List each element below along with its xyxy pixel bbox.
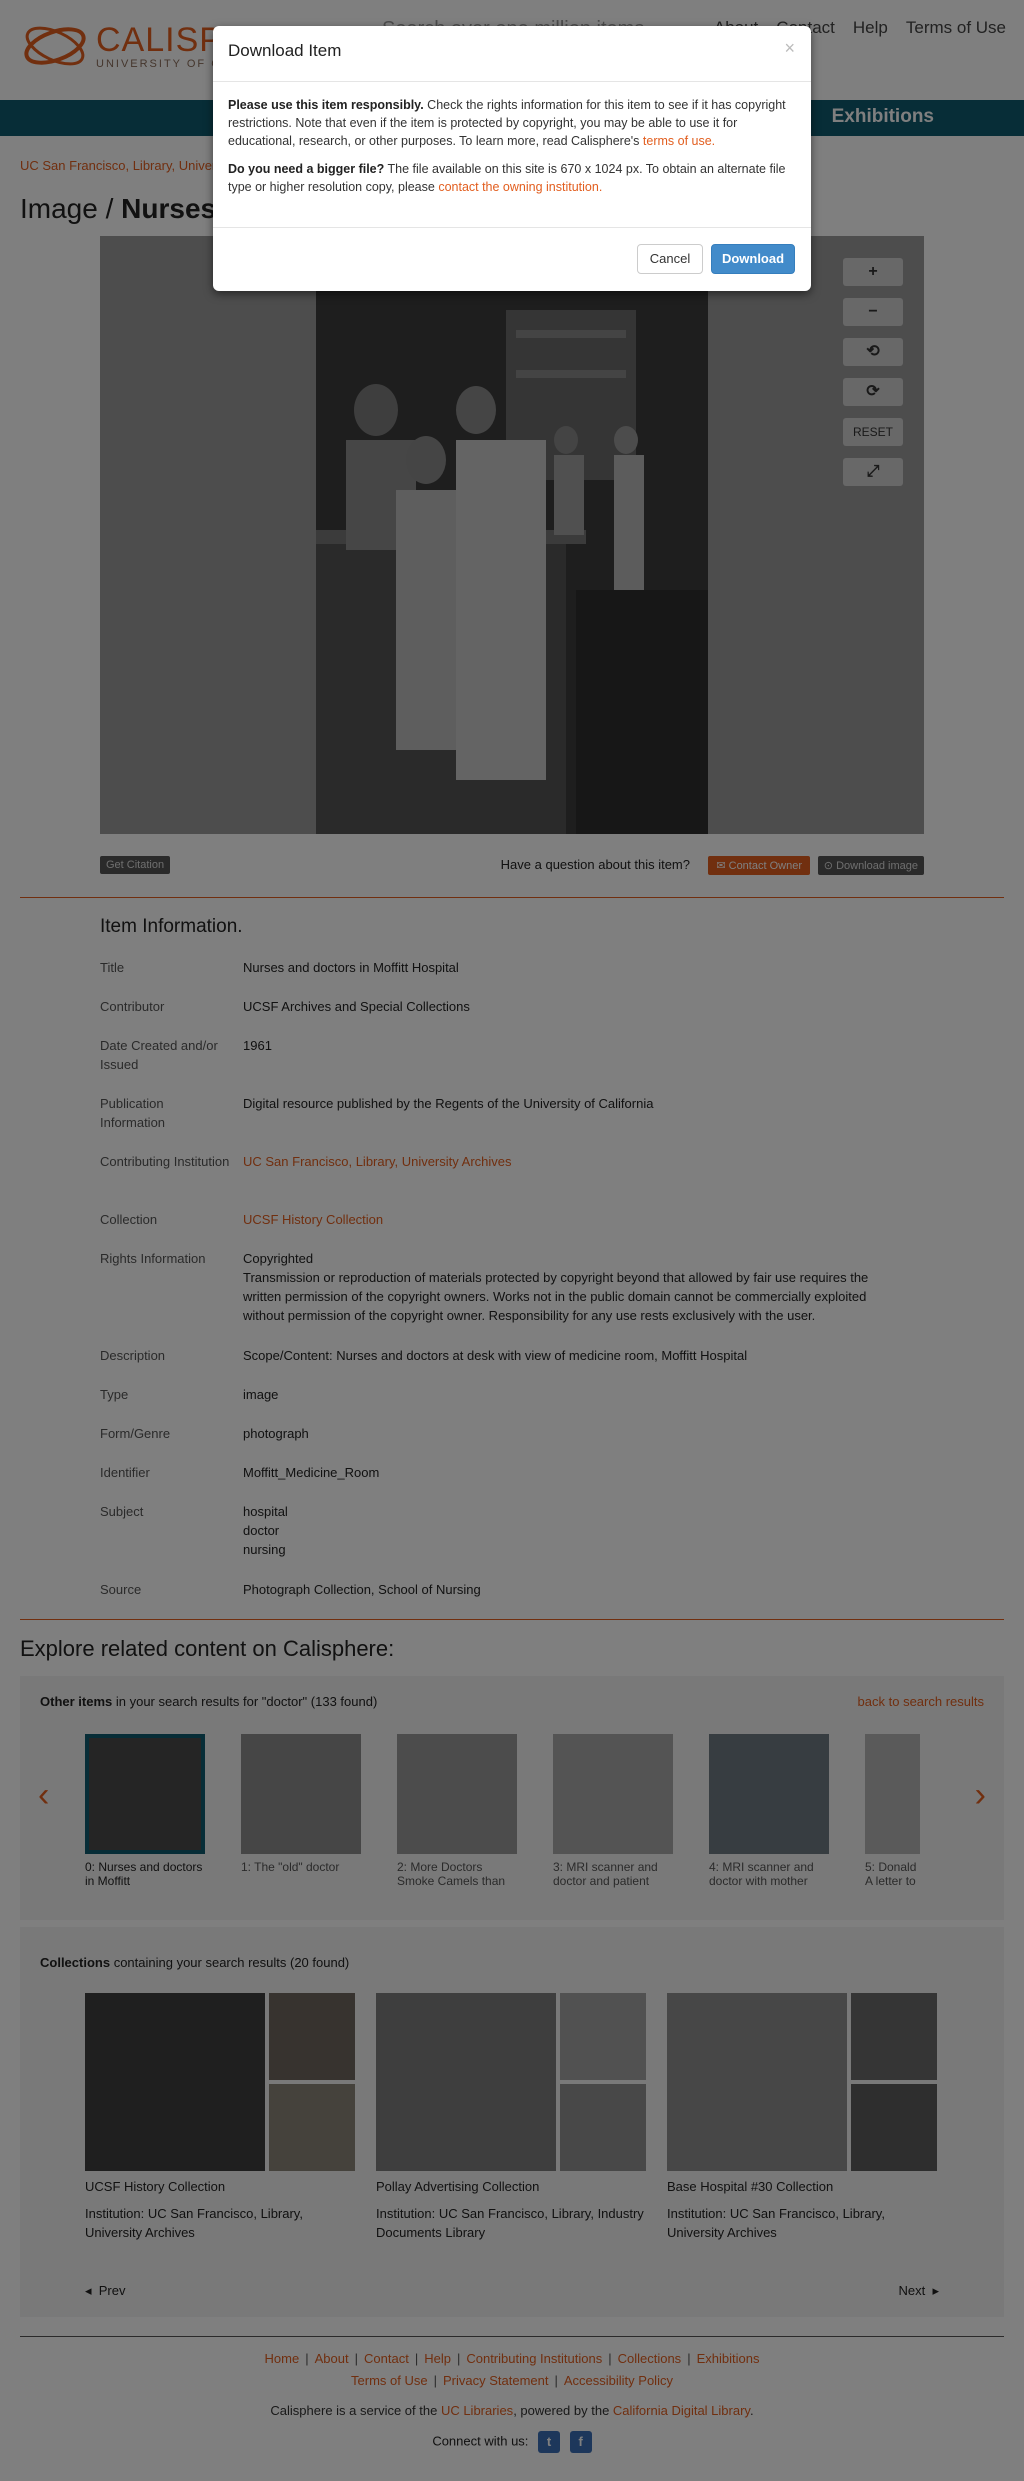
modal-title: Download Item — [228, 41, 342, 60]
download-button[interactable]: Download — [711, 244, 795, 274]
usage-paragraph: Please use this item responsibly. Check … — [228, 96, 796, 150]
terms-of-use-link[interactable]: terms of use. — [643, 134, 715, 148]
modal-backdrop[interactable] — [0, 0, 1024, 2481]
bigger-file-paragraph: Do you need a bigger file? The file avai… — [228, 160, 796, 196]
bigger-file-heading: Do you need a bigger file? — [228, 162, 385, 176]
download-item-modal: Download Item × Please use this item res… — [213, 26, 811, 291]
modal-body: Please use this item responsibly. Check … — [228, 96, 796, 206]
usage-heading: Please use this item responsibly. — [228, 98, 424, 112]
modal-divider — [213, 81, 811, 82]
close-icon[interactable]: × — [784, 38, 795, 59]
contact-institution-link[interactable]: contact the owning institution. — [438, 180, 602, 194]
modal-divider — [213, 227, 811, 228]
cancel-button[interactable]: Cancel — [637, 244, 703, 274]
